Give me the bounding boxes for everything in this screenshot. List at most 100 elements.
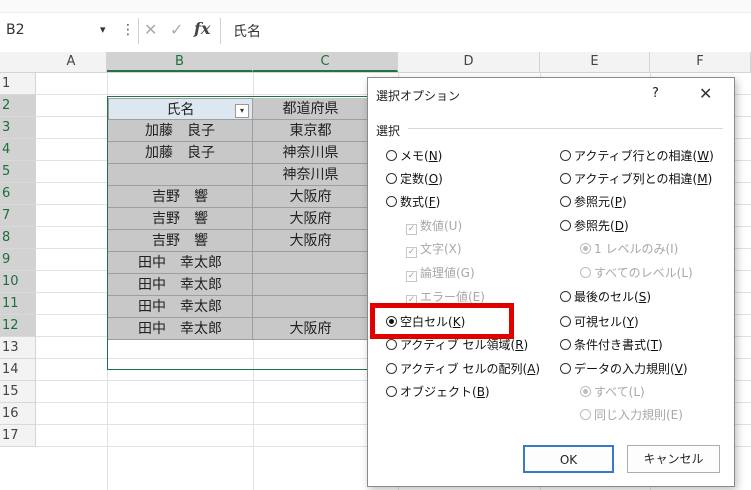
radio-icon[interactable] (580, 267, 591, 278)
radio-right-0[interactable]: アクティブ行との相違(W) (560, 147, 714, 164)
row-header-6[interactable]: 6 (0, 183, 36, 205)
cancel-icon[interactable]: ✕ (144, 20, 157, 39)
radio-right-8[interactable]: 条件付き書式(T) (560, 336, 663, 353)
option-label: 定数( (400, 172, 429, 186)
option-access-key: D (614, 219, 624, 233)
column-header-a[interactable]: A (36, 52, 107, 72)
row-header-17[interactable]: 17 (0, 425, 36, 447)
row-header-4[interactable]: 4 (0, 139, 36, 161)
option-suffix: ) (437, 149, 443, 163)
radio-icon[interactable] (580, 386, 591, 397)
option-suffix: ) (707, 172, 713, 186)
radio-icon[interactable] (580, 409, 591, 420)
radio-right-10[interactable]: すべて(L) (580, 383, 645, 400)
more-icon[interactable]: ⋮ (121, 22, 135, 38)
radio-icon[interactable] (560, 291, 571, 302)
radio-icon[interactable] (386, 386, 397, 397)
filter-dropdown-icon[interactable]: ▾ (235, 104, 249, 118)
option-label: 条件付き書式( (574, 338, 651, 352)
close-icon[interactable]: ✕ (699, 84, 712, 103)
radio-right-7[interactable]: 可視セル(Y) (560, 313, 639, 330)
option-label: 1 レベルのみ(I) (594, 242, 679, 256)
radio-icon[interactable] (560, 339, 571, 350)
radio-left-9[interactable]: アクティブ セルの配列(A) (386, 360, 540, 377)
row-header-1[interactable]: 1 (0, 73, 36, 95)
cancel-button[interactable]: キャンセル (627, 445, 720, 473)
row-header-8[interactable]: 8 (0, 227, 36, 249)
column-header-b[interactable]: B (107, 52, 253, 72)
row-header-11[interactable]: 11 (0, 293, 36, 315)
help-icon[interactable]: ? (652, 86, 659, 101)
row-header-13[interactable]: 13 (0, 337, 36, 359)
radio-left-0[interactable]: メモ(N) (386, 147, 442, 164)
insert-function-icon[interactable]: fx (194, 19, 210, 38)
radio-right-6[interactable]: 最後のセル(S) (560, 288, 651, 305)
radio-icon[interactable] (560, 173, 571, 184)
option-suffix: ) (634, 315, 639, 329)
column-header-e[interactable]: E (540, 52, 650, 72)
radio-left-2[interactable]: 数式(F) (386, 193, 440, 210)
radio-right-5[interactable]: すべてのレベル(L) (580, 264, 693, 281)
divider (220, 18, 221, 44)
radio-right-1[interactable]: アクティブ列との相違(M) (560, 170, 712, 187)
row-header-2[interactable]: 2 (0, 95, 36, 117)
option-label: 参照元( (574, 195, 615, 209)
option-label: すべて(L) (594, 385, 645, 399)
column-header-f[interactable]: F (650, 52, 751, 72)
checkbox-icon[interactable]: ✓ (406, 271, 417, 282)
row-header-7[interactable]: 7 (0, 205, 36, 227)
radio-icon[interactable] (386, 339, 397, 350)
radio-right-4[interactable]: 1 レベルのみ(I) (580, 240, 678, 257)
radio-icon[interactable] (560, 150, 571, 161)
option-label: エラー値(E) (420, 290, 485, 304)
checkbox-left-3[interactable]: ✓ 数値(U) (406, 217, 462, 235)
radio-icon[interactable] (386, 363, 397, 374)
radio-icon[interactable] (560, 363, 571, 374)
row-header-9[interactable]: 9 (0, 249, 36, 271)
radio-right-2[interactable]: 参照元(P) (560, 193, 627, 210)
ok-button[interactable]: OK (523, 445, 614, 473)
checkbox-icon[interactable]: ✓ (406, 224, 417, 235)
radio-icon[interactable] (560, 196, 571, 207)
option-access-key: N (428, 149, 438, 163)
radio-icon[interactable] (580, 243, 591, 254)
row-header-5[interactable]: 5 (0, 161, 36, 183)
radio-icon[interactable] (386, 196, 397, 207)
option-suffix: ) (535, 362, 541, 376)
option-label: オブジェクト( (400, 385, 477, 399)
radio-icon[interactable] (386, 173, 397, 184)
chevron-down-icon[interactable]: ▾ (100, 23, 106, 36)
radio-icon[interactable] (560, 316, 571, 327)
option-suffix: ) (523, 338, 529, 352)
formula-input[interactable]: 氏名 (233, 21, 261, 41)
row-header-16[interactable]: 16 (0, 403, 36, 425)
row-header-12[interactable]: 12 (0, 315, 36, 337)
dialog-title: 選択オプション (376, 89, 461, 103)
radio-right-3[interactable]: 参照先(D) (560, 217, 629, 234)
option-suffix: ) (658, 338, 663, 352)
radio-left-10[interactable]: オブジェクト(B) (386, 383, 490, 400)
checkbox-left-5[interactable]: ✓ 論理値(G) (406, 264, 475, 282)
option-suffix: ) (435, 195, 441, 209)
option-access-key: O (428, 172, 439, 186)
option-label: 参照先( (574, 219, 615, 233)
checkbox-icon[interactable]: ✓ (406, 247, 417, 258)
row-header-14[interactable]: 14 (0, 359, 36, 381)
option-label: 数値(U) (420, 219, 463, 233)
radio-right-9[interactable]: データの入力規則(V) (560, 360, 688, 377)
row-header-10[interactable]: 10 (0, 271, 36, 293)
option-label: アクティブ列との相違( (574, 172, 698, 186)
row-header-3[interactable]: 3 (0, 117, 36, 139)
name-box[interactable]: B2 ▾ (2, 22, 112, 41)
option-label: 文字(X) (420, 242, 462, 256)
radio-right-11[interactable]: 同じ入力規則(E) (580, 406, 683, 423)
radio-icon[interactable] (386, 150, 397, 161)
column-header-c[interactable]: C (253, 52, 398, 72)
option-suffix: ) (646, 290, 651, 304)
radio-icon[interactable] (560, 220, 571, 231)
column-header-d[interactable]: D (398, 52, 540, 72)
checkbox-left-4[interactable]: ✓ 文字(X) (406, 240, 462, 258)
radio-left-1[interactable]: 定数(O) (386, 170, 443, 187)
enter-icon[interactable]: ✓ (170, 20, 183, 39)
row-header-15[interactable]: 15 (0, 381, 36, 403)
